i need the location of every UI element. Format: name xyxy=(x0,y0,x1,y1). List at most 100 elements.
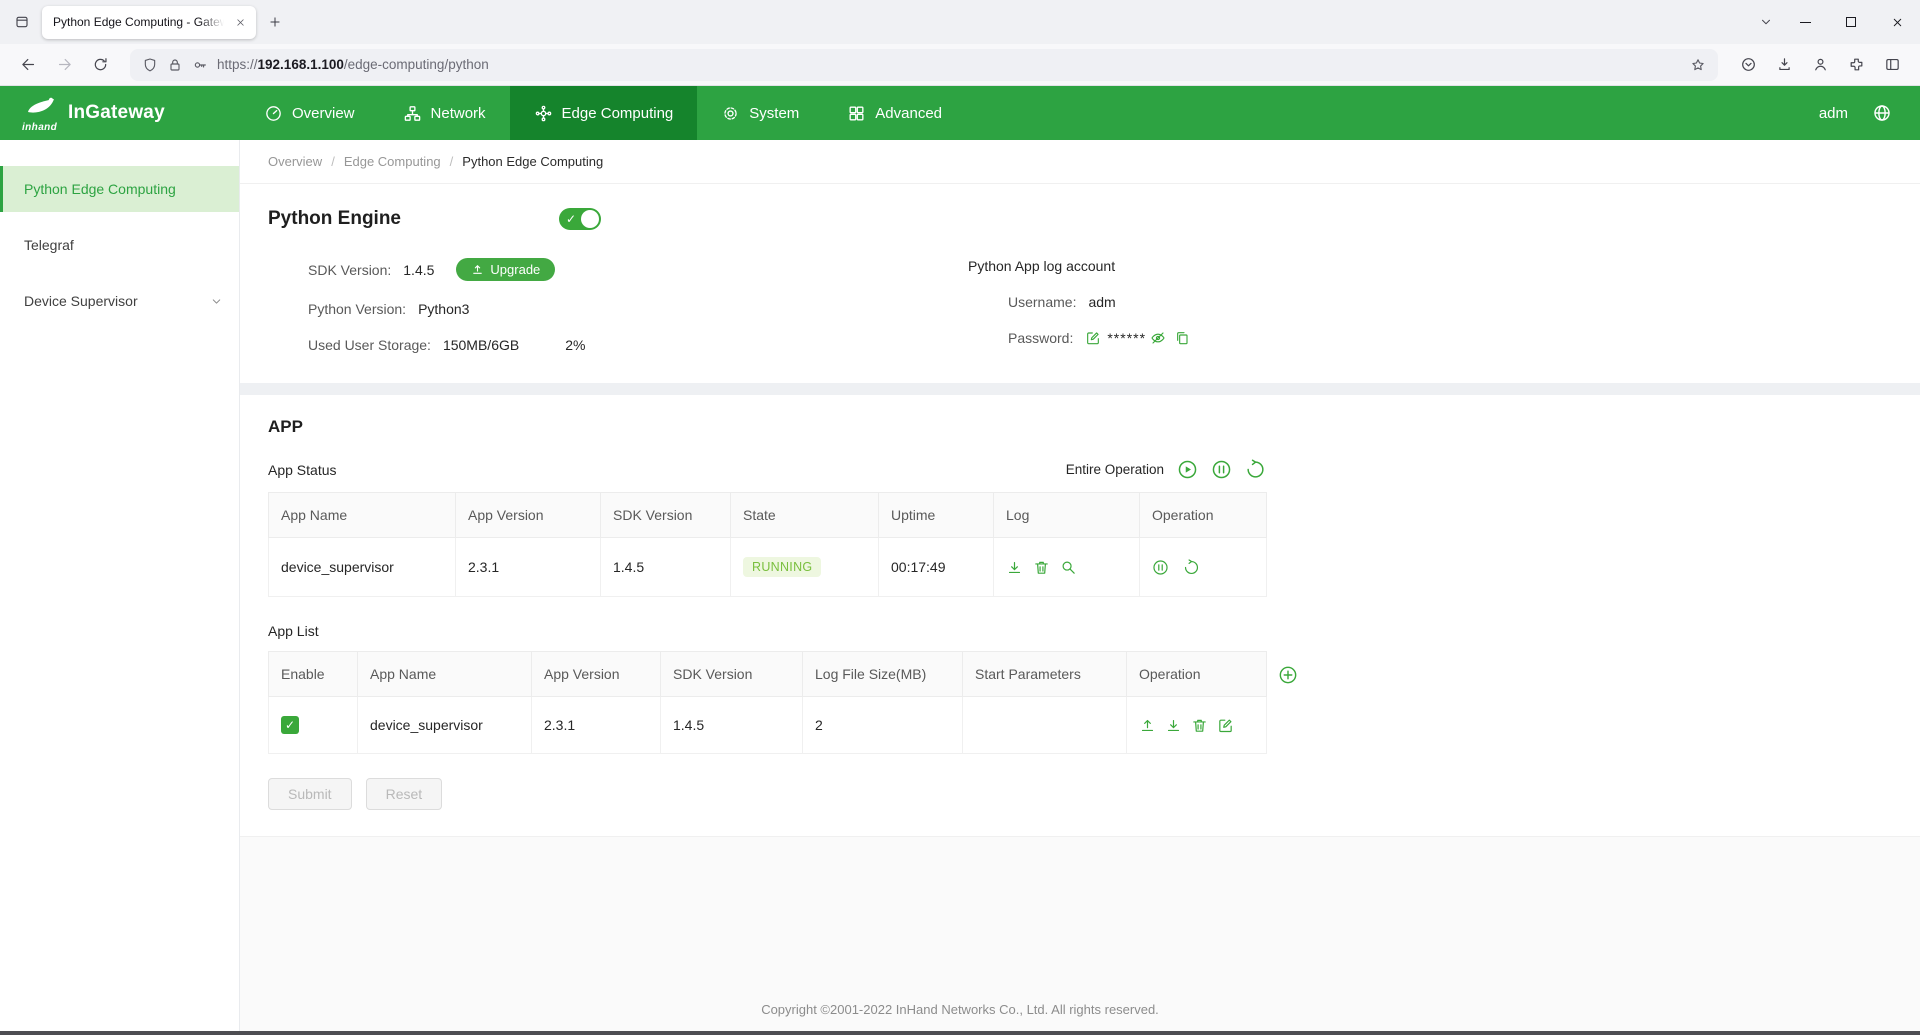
python-version-row: Python Version: Python3 xyxy=(268,301,968,317)
browser-tab[interactable]: Python Edge Computing - Gateway xyxy=(42,5,256,39)
col-app-version: App Version xyxy=(455,492,601,538)
enable-checkbox[interactable] xyxy=(281,716,299,734)
sidebar-toggle-icon[interactable] xyxy=(1876,49,1908,81)
downloads-icon[interactable] xyxy=(1768,49,1800,81)
python-version-label: Python Version: xyxy=(308,301,407,317)
url-text: https://192.168.1.100/edge-computing/pyt… xyxy=(217,57,489,72)
brand-logo[interactable]: inhand InGateway xyxy=(0,86,240,140)
col-sdk-version: SDK Version xyxy=(600,492,731,538)
app-title: APP xyxy=(268,417,303,436)
add-app-button[interactable] xyxy=(1278,665,1298,685)
download-app-icon[interactable] xyxy=(1165,717,1182,734)
sidebar-item-device-supervisor[interactable]: Device Supervisor xyxy=(0,278,239,324)
nav-overview[interactable]: Overview xyxy=(240,86,379,140)
nav-system[interactable]: System xyxy=(697,86,823,140)
app-list-table: Enable App Name App Version SDK Version … xyxy=(268,651,1267,754)
sidebar-item-python-edge-computing[interactable]: Python Edge Computing xyxy=(0,166,239,212)
storage-percent: 2% xyxy=(565,337,586,353)
forward-button[interactable] xyxy=(48,49,80,81)
globe-icon[interactable] xyxy=(1872,103,1892,123)
reload-button[interactable] xyxy=(84,49,116,81)
url-bar[interactable]: https://192.168.1.100/edge-computing/pyt… xyxy=(130,48,1718,81)
main-content: Overview / Edge Computing / Python Edge … xyxy=(240,140,1920,1031)
sdk-version-row: SDK Version: 1.4.5 Upgrade xyxy=(268,258,968,281)
password-row: Password: ****** xyxy=(968,330,1194,346)
bookmark-star-icon[interactable] xyxy=(1690,57,1706,73)
account-icon[interactable] xyxy=(1804,49,1836,81)
submit-button[interactable]: Submit xyxy=(268,778,352,810)
window-close-button[interactable] xyxy=(1874,0,1920,44)
start-all-button[interactable] xyxy=(1177,459,1198,480)
sdk-version-label: SDK Version: xyxy=(308,261,392,278)
copy-password-icon[interactable] xyxy=(1174,330,1190,346)
app-status-label: App Status xyxy=(268,461,337,478)
show-password-icon[interactable] xyxy=(1150,330,1166,346)
edit-app-icon[interactable] xyxy=(1217,717,1234,734)
restart-app-icon[interactable] xyxy=(1183,558,1200,576)
app-status-header-row: App Name App Version SDK Version State U… xyxy=(268,492,1267,538)
python-engine-toggle[interactable] xyxy=(559,208,601,230)
app-name-cell: device_supervisor xyxy=(268,537,456,597)
new-tab-button[interactable] xyxy=(260,7,290,37)
pause-app-icon[interactable] xyxy=(1152,559,1169,576)
footer: Copyright ©2001-2022 InHand Networks Co.… xyxy=(240,836,1920,1031)
restart-all-button[interactable] xyxy=(1245,459,1266,480)
reset-button[interactable]: Reset xyxy=(365,778,443,810)
username-menu[interactable]: adm xyxy=(1819,105,1848,122)
gear-icon xyxy=(724,106,737,120)
firefox-view-icon[interactable] xyxy=(6,6,38,38)
col-uptime: Uptime xyxy=(878,492,994,538)
col-operation: Operation xyxy=(1139,492,1267,538)
col-log-file-size: Log File Size(MB) xyxy=(802,651,963,697)
upload-app-icon[interactable] xyxy=(1139,717,1156,734)
breadcrumb-edge-computing[interactable]: Edge Computing xyxy=(344,154,441,169)
view-log-icon[interactable] xyxy=(1060,559,1077,576)
window-maximize-button[interactable] xyxy=(1828,0,1874,44)
play-circle-icon xyxy=(1178,460,1197,479)
nav-edge-computing[interactable]: Edge Computing xyxy=(509,86,698,140)
pause-all-button[interactable] xyxy=(1211,459,1232,480)
pause-circle-icon xyxy=(1212,460,1231,479)
sidebar-item-telegraf[interactable]: Telegraf xyxy=(0,222,239,268)
app-version-cell: 2.3.1 xyxy=(531,696,661,754)
python-engine-title: Python Engine xyxy=(268,208,401,229)
app-list-header-row: Enable App Name App Version SDK Version … xyxy=(268,651,1267,697)
brand-swoosh-icon xyxy=(28,97,54,113)
export-log-icon[interactable] xyxy=(1006,559,1023,576)
username-row: Username: adm xyxy=(968,294,1194,310)
chevron-down-icon xyxy=(210,295,223,308)
delete-app-icon[interactable] xyxy=(1191,717,1208,734)
pocket-icon[interactable] xyxy=(1732,49,1764,81)
browser-toolbar: https://192.168.1.100/edge-computing/pyt… xyxy=(0,44,1920,86)
start-parameters-cell xyxy=(962,696,1127,754)
breadcrumb-overview[interactable]: Overview xyxy=(268,154,322,169)
window-minimize-button[interactable] xyxy=(1782,0,1828,44)
top-navigation: Overview Network Edge Computing System A… xyxy=(240,86,966,140)
tab-close-icon[interactable] xyxy=(230,12,250,32)
col-app-version: App Version xyxy=(531,651,661,697)
plus-circle-icon xyxy=(1279,666,1297,684)
browser-window: Python Edge Computing - Gateway https://… xyxy=(0,0,1920,1035)
entire-operation-label: Entire Operation xyxy=(1065,462,1164,477)
state-cell: RUNNING xyxy=(730,537,879,597)
extensions-icon[interactable] xyxy=(1840,49,1872,81)
delete-log-icon[interactable] xyxy=(1033,559,1050,576)
col-app-name: App Name xyxy=(357,651,532,697)
breadcrumb-separator: / xyxy=(449,154,454,169)
storage-row: Used User Storage: 150MB/6GB 2% xyxy=(268,337,968,353)
browser-tab-bar: Python Edge Computing - Gateway xyxy=(0,0,1920,44)
nav-advanced[interactable]: Advanced xyxy=(823,86,966,140)
lock-icon[interactable] xyxy=(167,57,183,73)
col-log: Log xyxy=(993,492,1140,538)
minimize-icon xyxy=(1799,21,1811,23)
python-engine-section: Python Engine SDK Version: 1.4.5 U xyxy=(240,184,1920,383)
nav-network[interactable]: Network xyxy=(379,86,510,140)
app-version-cell: 2.3.1 xyxy=(455,537,601,597)
key-icon[interactable] xyxy=(192,57,208,73)
upgrade-button[interactable]: Upgrade xyxy=(456,258,556,281)
shield-icon[interactable] xyxy=(142,57,158,73)
reload-icon xyxy=(94,58,107,71)
edit-password-icon[interactable] xyxy=(1085,330,1101,346)
tab-list-chevron-icon[interactable] xyxy=(1750,6,1782,38)
back-button[interactable] xyxy=(12,49,44,81)
